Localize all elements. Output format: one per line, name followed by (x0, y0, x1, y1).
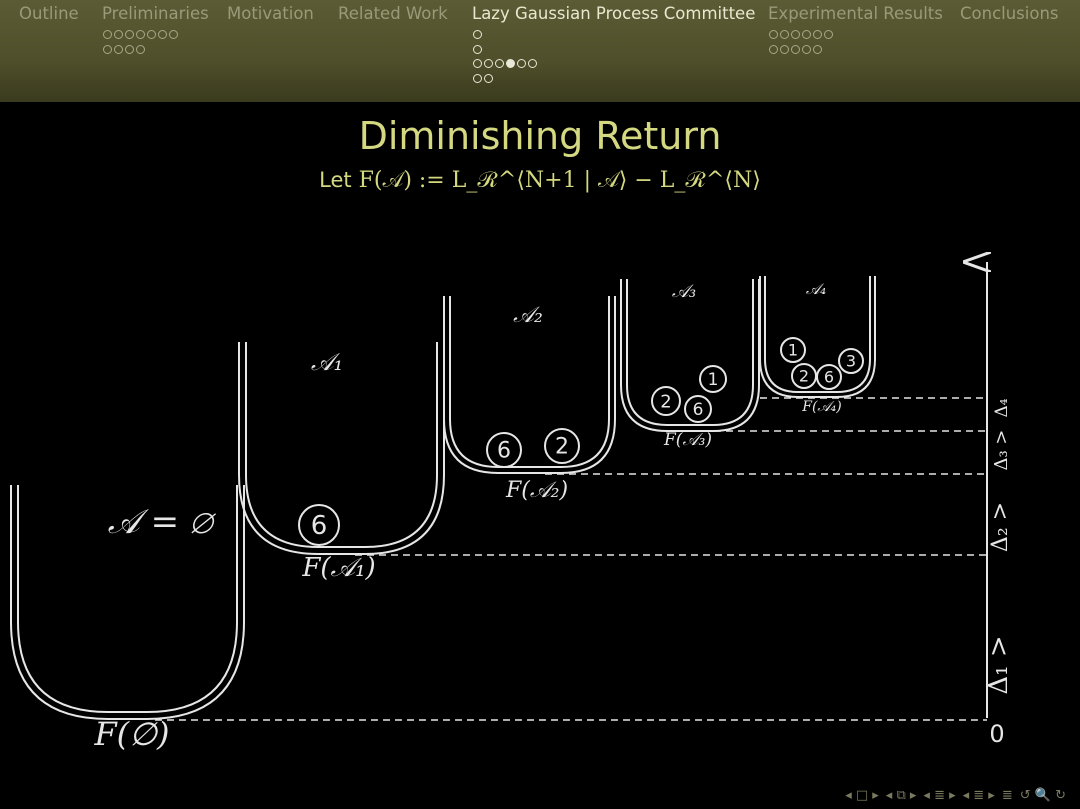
diminishing-return-diagram: 66 22 6112 63 𝒜 = ∅𝒜₁𝒜₂𝒜₃ 𝒜₄F(∅)F(𝒜₁)F(𝒜₂)F(… (10, 0, 1014, 753)
delta-label-1: Δ₂ > (988, 502, 1013, 552)
f-label-2: F(𝒜₂) (505, 478, 568, 503)
axis-zero-label: 0 (989, 720, 1004, 748)
ball-cup3-2: 1 (699, 365, 727, 393)
svg-text:1: 1 (708, 370, 719, 390)
ball-cup1-0: 6 (298, 504, 340, 546)
f-label-3: F(𝒜₃) (663, 430, 712, 450)
f-label-1: F(𝒜₁) (301, 553, 375, 583)
svg-text:6: 6 (824, 367, 834, 386)
svg-text:3: 3 (846, 351, 856, 370)
nav-icon-1[interactable]: ◂ ⧉ ▸ (886, 788, 917, 803)
ball-cup4-0: 1 (780, 337, 806, 363)
nav-icon-3[interactable]: ◂ ≣ ▸ (963, 788, 995, 803)
ball-cup3-1: 6 (684, 395, 712, 423)
nav-icon-5[interactable]: ↺ 🔍 ↻ (1020, 788, 1066, 803)
nav-icon-4[interactable]: ≣ (1002, 788, 1013, 803)
svg-text:6: 6 (311, 511, 328, 541)
set-label-2: 𝒜₂ (513, 303, 543, 328)
delta-label-2: Δ₃ > (991, 429, 1012, 470)
svg-text:2: 2 (660, 391, 671, 412)
ball-cup3-0: 2 (651, 386, 681, 416)
f-label-4: F(𝒜₄) (801, 399, 842, 415)
beamer-navigation: ◂ □ ▸ ◂ ⧉ ▸ ◂ ≣ ▸ ◂ ≣ ▸ ≣ ↺ 🔍 ↻ (838, 788, 1066, 803)
set-label-1: 𝒜₁ (311, 348, 343, 376)
set-label-3: 𝒜₃ (672, 281, 696, 302)
ball-cup2-0: 6 (486, 432, 522, 468)
svg-text:1: 1 (788, 340, 798, 359)
svg-text:6: 6 (693, 400, 704, 420)
ball-cup4-3: 3 (838, 348, 864, 374)
svg-text:2: 2 (799, 366, 809, 385)
ball-cup4-2: 6 (816, 364, 842, 390)
ball-cup4-1: 2 (791, 363, 817, 389)
svg-text:2: 2 (555, 435, 569, 460)
set-label-0: 𝒜 = ∅ (108, 502, 217, 542)
nav-icon-0[interactable]: ◂ □ ▸ (845, 788, 879, 803)
delta-label-3: Δ₄ (992, 398, 1012, 417)
svg-text:6: 6 (497, 439, 511, 464)
nav-icon-2[interactable]: ◂ ≣ ▸ (923, 788, 955, 803)
f-label-0: F(∅) (93, 715, 169, 753)
delta-label-0: Δ₁ > (984, 635, 1014, 694)
set-label-4: 𝒜₄ (806, 280, 826, 298)
ball-cup2-1: 2 (544, 428, 580, 464)
